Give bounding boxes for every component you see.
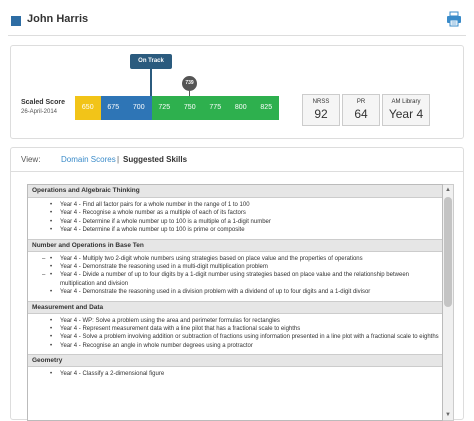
student-color-marker [11,16,21,26]
student-score-marker: 739 [182,76,197,91]
score-band: 700 [126,96,152,120]
student-name: John Harris [27,13,89,25]
stat-am-library: AM Library Year 4 [382,94,430,126]
skill-item: Year 4 - Determine if a whole number up … [50,218,442,227]
skill-item: Year 4 - Multiply two 2-digit whole numb… [42,255,442,264]
skill-item: Year 4 - Demonstrate the reasoning used … [50,288,442,297]
skill-list: Year 4 - Multiply two 2-digit whole numb… [28,252,442,301]
skill-item: Year 4 - Find all factor pairs for a who… [50,201,442,210]
student-header: John Harris [8,8,466,36]
suggested-skills-tab[interactable]: Suggested Skills [123,155,187,164]
scaled-score-date: 26-April-2014 [21,109,58,115]
scaled-score-label: Scaled Score [21,99,65,106]
scaled-score-panel: Scaled Score 26-April-2014 650 675 700 725 7… [10,45,464,139]
skill-item: Year 4 - Divide a number of up to four d… [42,271,442,288]
scroll-up-arrow-icon[interactable]: ▲ [444,186,452,194]
skill-list: Year 4 - Classify a 2-dimensional figure [28,367,442,382]
stat-label: PR [356,99,366,105]
skill-item: Year 4 - Solve a problem involving addit… [50,333,442,342]
score-band: 675 [100,96,126,120]
stat-value: 64 [354,107,368,121]
suggested-skills-list[interactable]: Operations and Algebraic Thinking Year 4 … [27,184,443,421]
skill-list: Year 4 - Find all factor pairs for a who… [28,198,442,239]
stat-label: AM Library [391,99,421,105]
on-track-flag: On Track [130,54,172,69]
category-header: Number and Operations in Base Ten [28,238,442,252]
view-separator: | [117,155,120,164]
skill-item: Year 4 - Recognise a whole number as a m… [50,209,442,218]
score-band: 750 [177,96,203,120]
skill-item: Year 4 - Classify a 2-dimensional figure [50,370,442,379]
score-band: 650 [75,96,101,120]
score-band: 725 [151,96,177,120]
stat-value: Year 4 [388,107,424,121]
score-band: 775 [202,96,228,120]
skill-item: Year 4 - Represent measurement data with… [50,325,442,334]
printer-icon[interactable] [446,11,462,27]
skill-item: Year 4 - Determine if a whole number up … [50,226,442,235]
skill-item: Year 4 - WP: Solve a problem using the a… [50,317,442,326]
stat-label: NRSS [312,99,330,105]
skills-scrollbar[interactable]: ▲ ▼ [443,184,454,421]
skill-item: Year 4 - Recognise an angle in whole num… [50,342,442,351]
skill-list: Year 4 - WP: Solve a problem using the a… [28,314,442,355]
stat-value: 92 [314,107,328,121]
student-score-marker-line [189,91,190,96]
view-divider [11,171,463,172]
stat-nrss: NRSS 92 [302,94,340,126]
category-header: Measurement and Data [28,300,442,314]
score-band: 800 [228,96,254,120]
stat-pr: PR 64 [342,94,380,126]
domain-scores-link[interactable]: Domain Scores [61,155,116,164]
view-label: View: [21,155,41,164]
skill-item: Year 4 - Demonstrate the reasoning used … [50,263,442,272]
score-band: 825 [253,96,279,120]
skills-panel: View: Domain Scores | Suggested Skills O… [10,147,464,421]
scroll-thumb[interactable] [444,197,452,307]
on-track-marker-line [150,69,152,96]
category-header: Geometry [28,354,442,368]
category-header: Operations and Algebraic Thinking [28,185,442,198]
scroll-down-arrow-icon[interactable]: ▼ [444,411,452,419]
